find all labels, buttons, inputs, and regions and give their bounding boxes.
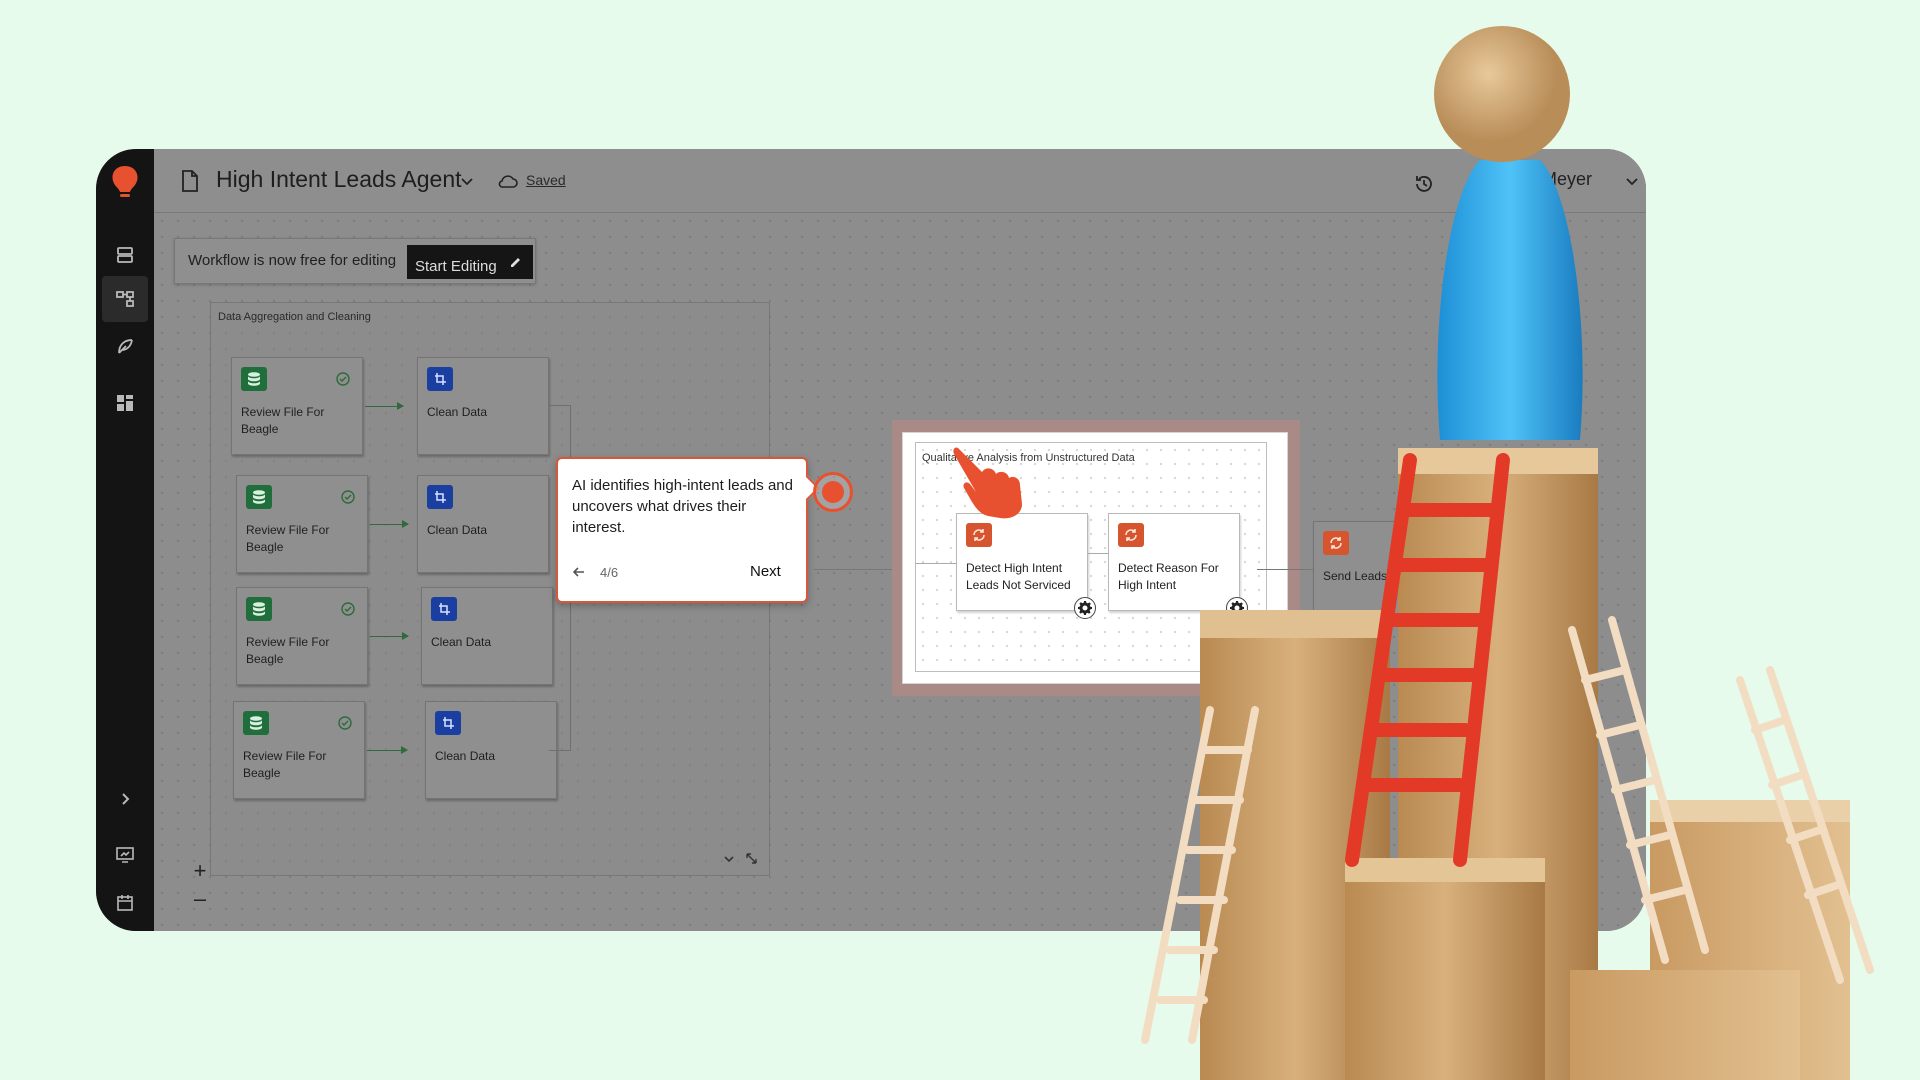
cloud-icon (498, 175, 518, 188)
refresh-icon (1323, 531, 1349, 555)
database-icon (246, 597, 272, 621)
transform-icon (431, 597, 457, 621)
connector-line (1088, 553, 1108, 554)
node-clean-data[interactable]: Clean Data (425, 701, 557, 799)
chevron-down-icon[interactable] (1218, 647, 1229, 658)
connector-arrow (370, 520, 409, 528)
hotspot-dot (822, 481, 844, 503)
edit-status-text: Workflow is now free for editing (188, 252, 397, 269)
node-label: Clean Data (435, 749, 496, 763)
transform-icon (435, 711, 461, 735)
connector-line (814, 569, 894, 570)
node-label: Clean Data (431, 635, 492, 649)
node-label: Detect Reason For High Intent (1118, 561, 1219, 592)
check-circle-icon (341, 602, 355, 616)
brand-logo-icon (112, 166, 138, 197)
connector-line (916, 563, 956, 564)
node-send-leads-crm[interactable]: Send Leads To CRM (1313, 521, 1445, 619)
document-icon (182, 170, 198, 192)
database-icon (241, 367, 267, 391)
node-detect-reason[interactable]: Detect Reason For High Intent (1108, 513, 1248, 619)
database-icon (243, 711, 269, 735)
save-status[interactable]: Saved (526, 172, 566, 188)
start-editing-button[interactable]: Start Editing (407, 245, 533, 279)
feather-icon[interactable] (111, 333, 139, 361)
zoom-in-button[interactable]: + (186, 859, 214, 883)
workflow-icon[interactable] (102, 276, 148, 322)
hotspot-indicator[interactable] (813, 472, 853, 512)
node-review-file[interactable]: Review File For Beagle (236, 475, 368, 573)
sidebar (96, 149, 154, 931)
refresh-icon (1118, 523, 1144, 547)
expand-icon[interactable] (1240, 646, 1252, 658)
check-circle-icon (338, 716, 352, 730)
chevron-down-icon[interactable] (459, 173, 475, 189)
gear-icon[interactable] (1074, 597, 1096, 619)
node-label: Review File For Beagle (241, 405, 325, 436)
history-icon[interactable] (1413, 173, 1435, 195)
top-bar: High Intent Leads Agent Saved Meyer (154, 149, 1646, 213)
chevron-down-icon[interactable] (723, 853, 735, 865)
calendar-icon[interactable] (111, 889, 139, 917)
node-label: Review File For Beagle (243, 749, 327, 780)
node-label: Review File For Beagle (246, 635, 330, 666)
pencil-icon (511, 258, 520, 267)
node-label: Clean Data (427, 523, 488, 537)
pointer-hand-icon (953, 447, 1022, 519)
zoom-out-button[interactable]: – (186, 887, 214, 911)
transform-icon (427, 485, 453, 509)
tooltip-next-button[interactable]: Next (750, 563, 781, 580)
database-icon[interactable] (111, 241, 139, 269)
node-label: Clean Data (427, 405, 488, 419)
connector-arrow (370, 632, 409, 640)
connector-arrow (365, 402, 404, 410)
user-name[interactable]: Meyer (1542, 169, 1592, 190)
expand-sidebar-icon[interactable] (111, 785, 139, 813)
connector-line (1257, 569, 1313, 570)
connector-arrow (367, 746, 408, 754)
node-label: Review File For Beagle (246, 523, 330, 554)
tooltip-text: AI identifies high-intent leads and unco… (572, 477, 793, 536)
node-label: Detect High Intent Leads Not Serviced (966, 561, 1071, 592)
arrow-left-icon[interactable] (572, 565, 586, 579)
check-circle-icon (341, 490, 355, 504)
node-clean-data[interactable]: Clean Data (417, 475, 549, 573)
node-clean-data[interactable]: Clean Data (417, 357, 549, 455)
node-review-file[interactable]: Review File For Beagle (233, 701, 365, 799)
database-icon (246, 485, 272, 509)
chevron-down-icon[interactable] (1624, 173, 1640, 189)
page-title[interactable]: High Intent Leads Agent (216, 166, 462, 193)
expand-icon[interactable] (745, 852, 758, 865)
canvas[interactable]: High Intent Leads Agent Saved Meyer Work… (154, 149, 1646, 931)
group-label: Data Aggregation and Cleaning (218, 311, 371, 323)
onboarding-tooltip: AI identifies high-intent leads and unco… (556, 457, 808, 603)
refresh-icon (966, 523, 992, 547)
transform-icon (427, 367, 453, 391)
dashboard-icon[interactable] (111, 389, 139, 417)
node-clean-data[interactable]: Clean Data (421, 587, 553, 685)
node-detect-high-intent[interactable]: Detect High Intent Leads Not Serviced (956, 513, 1096, 619)
edit-status-bar: Workflow is now free for editing Start E… (174, 238, 536, 284)
start-editing-label: Start Editing (415, 257, 497, 275)
node-review-file[interactable]: Review File For Beagle (236, 587, 368, 685)
presentation-icon[interactable] (111, 841, 139, 869)
check-circle-icon (336, 372, 350, 386)
node-label: Send Leads To CRM (1323, 569, 1434, 583)
tooltip-step: 4/6 (600, 565, 619, 580)
app-window: High Intent Leads Agent Saved Meyer Work… (96, 149, 1646, 931)
node-review-file[interactable]: Review File For Beagle (231, 357, 363, 455)
gear-icon[interactable] (1226, 597, 1248, 619)
